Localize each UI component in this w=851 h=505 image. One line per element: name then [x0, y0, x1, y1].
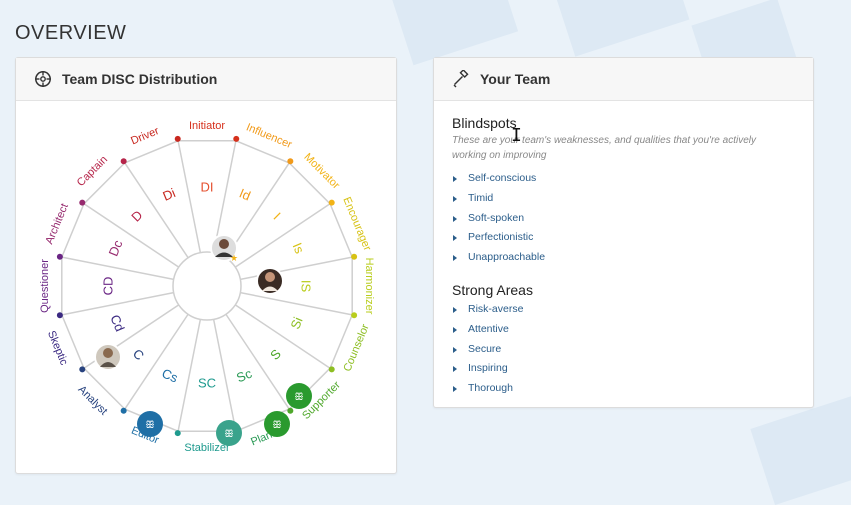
- wheel-outer-label: Skeptic: [45, 329, 70, 367]
- hammer-icon: [452, 68, 470, 88]
- wheel-inner-label: CD: [100, 277, 115, 296]
- team-card-header: Your Team: [434, 58, 813, 101]
- svg-text:ꕥ: ꕥ: [294, 392, 303, 403]
- caret-right-icon: [453, 326, 457, 333]
- team-group-icon[interactable]: ꕥ: [137, 411, 163, 437]
- caret-right-icon: [453, 366, 457, 373]
- wheel-inner-label: Sc: [234, 366, 254, 386]
- wheel-vertex-marker: [351, 312, 358, 319]
- strong-areas-list: Risk-averse Attentive Secure Inspiring T…: [452, 300, 792, 399]
- wheel-outer-label: Harmonizer: [363, 258, 375, 315]
- strong-areas-heading: Strong Areas: [452, 281, 533, 298]
- wheel-vertex-marker: [287, 407, 294, 414]
- caret-right-icon: [453, 195, 457, 202]
- wheel-inner-label: SC: [198, 375, 216, 390]
- wheel-vertex-marker: [56, 253, 63, 260]
- team-member-avatar[interactable]: ★: [210, 234, 238, 264]
- wheel-spoke: [240, 291, 353, 316]
- caret-right-icon: [453, 346, 457, 353]
- wheel-vertex-marker: [328, 366, 335, 373]
- wheel-inner-label: DI: [201, 179, 214, 194]
- blindspot-item[interactable]: Self-conscious: [452, 169, 792, 189]
- team-group-icon[interactable]: ꕥ: [264, 411, 290, 437]
- wheel-outer-label: Driver: [129, 125, 161, 147]
- team-group-icon[interactable]: ꕥ: [216, 420, 242, 446]
- wheel-vertex-marker: [174, 135, 181, 142]
- wheel-spoke: [225, 313, 290, 410]
- caret-right-icon: [453, 386, 457, 393]
- blindspots-list: Self-conscious Timid Soft-spoken Perfect…: [452, 169, 792, 268]
- caret-right-icon: [453, 255, 457, 262]
- wheel-vertex-marker: [233, 135, 240, 142]
- disc-card-title: Team DISC Distribution: [62, 71, 218, 87]
- wheel-outer-label: Architect: [43, 202, 70, 246]
- wheel-inner-label: S: [267, 346, 284, 363]
- svg-text:ꕥ: ꕥ: [272, 420, 281, 431]
- wheel-outer-label: Initiator: [189, 120, 225, 132]
- blindspot-item[interactable]: Unapproachable: [452, 248, 792, 268]
- strong-area-item[interactable]: Inspiring: [452, 359, 792, 379]
- blindspot-item[interactable]: Soft-spoken: [452, 209, 792, 229]
- wheel-vertex-marker: [328, 199, 335, 206]
- team-member-avatar[interactable]: [94, 343, 122, 371]
- wheel-vertex-marker: [174, 430, 181, 437]
- svg-text:★: ★: [230, 254, 238, 264]
- wheel-inner-label: I: [270, 209, 283, 222]
- wheel-inner-label: D: [128, 207, 145, 224]
- wheel-spoke: [177, 140, 202, 253]
- caret-right-icon: [453, 306, 457, 313]
- strong-area-item[interactable]: Secure: [452, 340, 792, 360]
- wheel-spoke: [61, 291, 174, 316]
- team-member-avatar[interactable]: [256, 267, 284, 295]
- strong-area-item[interactable]: Risk-averse: [452, 300, 792, 320]
- wheel-spoke: [234, 304, 331, 369]
- wheel-outer-label: Encourager: [340, 195, 373, 252]
- background-shape: [750, 394, 851, 505]
- wheel-spoke: [234, 203, 331, 268]
- compass-icon: [34, 70, 52, 88]
- blindspot-item[interactable]: Perfectionistic: [452, 228, 792, 248]
- disc-card-header: Team DISC Distribution: [16, 58, 396, 101]
- wheel-outer-label: Motivator: [301, 151, 342, 192]
- wheel-inner-label: Si: [287, 315, 305, 332]
- wheel-vertex-marker: [120, 158, 127, 165]
- wheel-inner-label: Di: [161, 185, 178, 204]
- wheel-inner-label: Cd: [107, 313, 127, 334]
- blindspots-heading: Blindspots: [452, 115, 517, 131]
- svg-text:ꕥ: ꕥ: [145, 420, 154, 431]
- team-card-title: Your Team: [480, 71, 551, 87]
- wheel-inner-label: Dc: [106, 237, 126, 258]
- wheel-vertex-marker: [351, 253, 358, 260]
- caret-right-icon: [453, 235, 457, 242]
- wheel-inner-label: IS: [299, 280, 314, 293]
- blindspot-item[interactable]: Timid: [452, 189, 792, 209]
- wheel-vertex-marker: [287, 158, 294, 165]
- wheel-spoke: [61, 256, 174, 281]
- strong-area-item[interactable]: Thorough: [452, 379, 792, 399]
- wheel-outer-label: Questioner: [39, 259, 51, 313]
- wheel-spoke: [212, 319, 237, 432]
- wheel-inner-label: Is: [290, 241, 308, 257]
- background-shape: [391, 0, 519, 66]
- wheel-vertex-marker: [79, 366, 86, 373]
- caret-right-icon: [453, 176, 457, 182]
- wheel-vertex-marker: [120, 407, 127, 414]
- wheel-inner-label: Id: [237, 185, 253, 203]
- wheel-inner-label: Cs: [160, 366, 181, 386]
- svg-text:ꕥ: ꕥ: [224, 429, 233, 440]
- wheel-vertex-marker: [56, 312, 63, 319]
- strong-area-item[interactable]: Attentive: [452, 320, 792, 340]
- text-cursor-icon: I: [511, 125, 522, 146]
- background-shape: [550, 0, 690, 57]
- caret-right-icon: [453, 215, 457, 222]
- blindspots-description: These are your team's weaknesses, and qu…: [452, 135, 756, 161]
- wheel-vertex-marker: [79, 199, 86, 206]
- wheel-spoke: [124, 313, 189, 410]
- team-disc-distribution-card: Team DISC Distribution Initiator Influenc…: [15, 57, 397, 474]
- wheel-inner-label: C: [130, 346, 147, 363]
- disc-wheel: Initiator InfluencerMotivatorEncouragerHa…: [39, 120, 375, 454]
- your-team-card: Your Team Blindspots These are your team…: [433, 57, 814, 408]
- team-group-icon[interactable]: ꕥ: [286, 383, 312, 409]
- page-title: OVERVIEW: [15, 22, 127, 44]
